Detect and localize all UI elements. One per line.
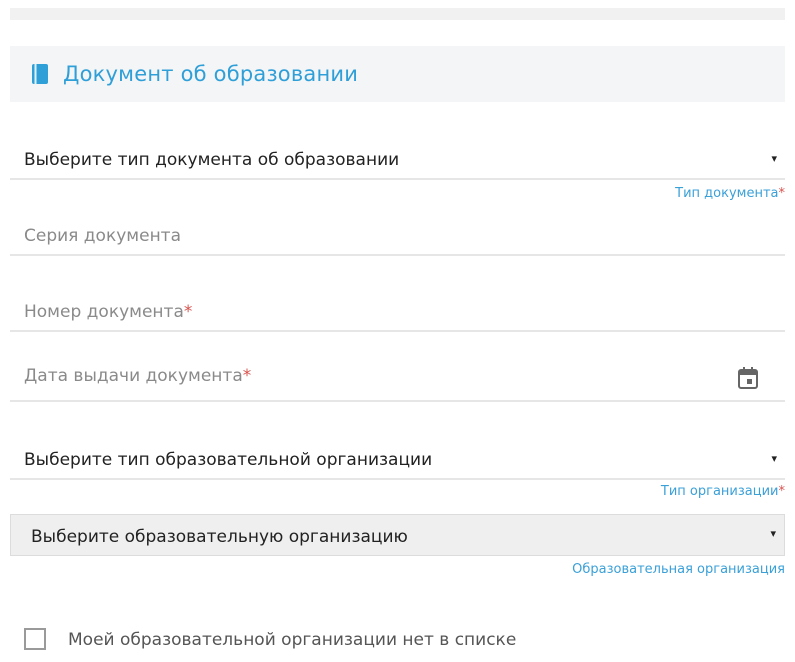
org-value: Выберите образовательную организацию: [31, 527, 408, 547]
book-icon: [32, 64, 48, 84]
doc-number-placeholder: Номер документа*: [24, 302, 193, 322]
org-missing-label: Моей образовательной организации нет в с…: [68, 630, 517, 650]
org-missing-checkbox[interactable]: [24, 628, 46, 650]
issue-date-input[interactable]: Дата выдачи документа*: [10, 354, 785, 402]
doc-number-input[interactable]: Номер документа*: [10, 290, 785, 332]
chevron-down-icon: ▾: [771, 452, 777, 465]
doc-type-select[interactable]: Выберите тип документа об образовании ▾: [10, 138, 785, 180]
chevron-down-icon: ▾: [770, 527, 776, 540]
org-type-value: Выберите тип образовательной организации: [24, 450, 433, 470]
section-title: Документ об образовании: [63, 62, 359, 86]
chevron-down-icon: ▾: [771, 152, 777, 165]
org-type-helper: Тип организации*: [660, 484, 785, 499]
doc-series-placeholder: Серия документа: [24, 226, 182, 246]
issue-date-placeholder: Дата выдачи документа*: [24, 366, 252, 386]
org-select[interactable]: Выберите образовательную организацию ▾: [10, 514, 785, 556]
org-helper: Образовательная организация: [572, 562, 785, 577]
section-header: Документ об образовании: [10, 46, 785, 102]
doc-type-helper: Тип документа*: [675, 186, 785, 201]
org-type-select[interactable]: Выберите тип образовательной организации…: [10, 438, 785, 480]
doc-series-input[interactable]: Серия документа: [10, 214, 785, 256]
top-strip: [10, 8, 785, 20]
calendar-icon[interactable]: [737, 366, 759, 390]
doc-type-value: Выберите тип документа об образовании: [24, 150, 400, 170]
